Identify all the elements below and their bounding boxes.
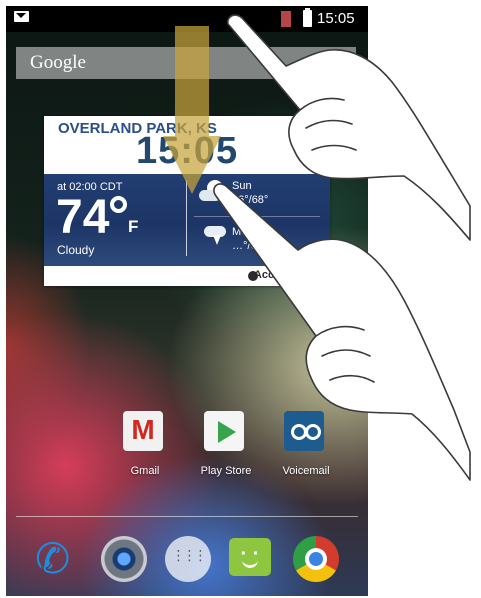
voicemail-icon [284, 411, 324, 451]
app-label: Play Store [200, 465, 252, 477]
mic-icon[interactable] [330, 55, 342, 73]
camera-icon[interactable] [101, 536, 147, 582]
forecast-day: Sun [232, 180, 252, 192]
phone-icon[interactable] [35, 534, 81, 583]
degree-symbol [110, 196, 127, 213]
swipe-down-arrow [163, 26, 221, 194]
weather-brand: AccuWeather [253, 269, 324, 281]
google-logo: Google [30, 52, 86, 73]
current-temperature: 74 [56, 191, 110, 244]
gmail-icon [123, 411, 163, 451]
all-apps-icon[interactable] [165, 536, 211, 582]
forecast-high-low: 86°/68° [232, 194, 269, 206]
weather-footer: AccuWeather [44, 266, 330, 286]
play-store-icon [204, 411, 244, 451]
app-play-store[interactable]: Play Store [184, 411, 268, 481]
signal-icon [281, 11, 291, 27]
forecast-day: Mon [232, 226, 254, 238]
thunderstorm-icon [204, 224, 226, 246]
app-voicemail[interactable]: Voicemail [264, 411, 348, 481]
temperature-unit: F [128, 217, 139, 236]
current-condition: Cloudy [57, 243, 95, 257]
app-gmail[interactable]: Gmail [103, 411, 187, 481]
status-time: 15:05 [317, 10, 355, 27]
app-label: Gmail [130, 465, 160, 477]
forecast-divider [194, 216, 320, 217]
chrome-icon[interactable] [293, 536, 339, 582]
app-label: Voicemail [282, 465, 330, 477]
messaging-icon[interactable] [229, 538, 271, 576]
dock-divider [16, 516, 358, 517]
battery-icon [303, 8, 312, 27]
mail-icon [14, 11, 29, 22]
forecast-high-low: …°/67° [232, 240, 268, 252]
swipe-down-arrow-shape [163, 26, 221, 194]
